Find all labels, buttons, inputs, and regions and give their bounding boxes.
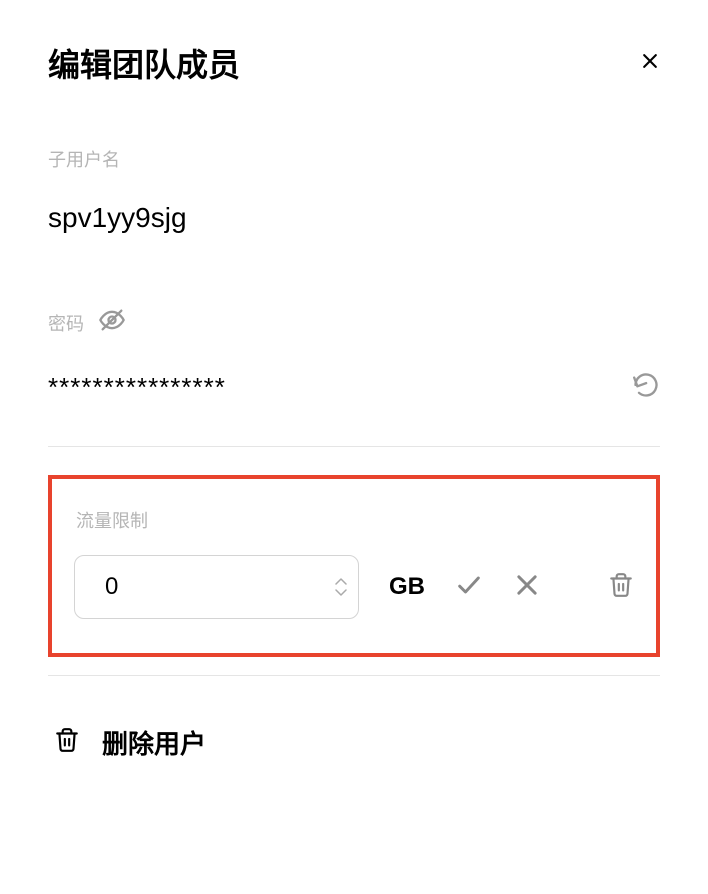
close-button[interactable] xyxy=(640,51,660,76)
chevron-down-icon xyxy=(335,588,347,596)
eye-off-icon[interactable] xyxy=(98,306,126,339)
dialog-title: 编辑团队成员 xyxy=(48,40,240,86)
trash-icon xyxy=(54,727,80,758)
traffic-limit-input[interactable] xyxy=(74,555,359,619)
delete-user-label: 删除用户 xyxy=(102,724,206,761)
cancel-button[interactable] xyxy=(513,571,541,604)
number-stepper[interactable] xyxy=(335,578,347,596)
check-icon xyxy=(455,571,483,604)
delete-limit-button[interactable] xyxy=(608,572,634,603)
x-icon xyxy=(513,571,541,604)
refresh-password-button[interactable] xyxy=(632,371,660,404)
divider xyxy=(48,675,660,676)
confirm-button[interactable] xyxy=(455,571,483,604)
close-icon xyxy=(640,51,660,76)
traffic-unit-label: GB xyxy=(389,573,425,601)
password-label: 密码 xyxy=(48,310,84,336)
delete-user-button[interactable]: 删除用户 xyxy=(48,724,660,761)
password-value: **************** xyxy=(48,372,226,403)
traffic-limit-label: 流量限制 xyxy=(74,507,634,533)
trash-icon xyxy=(608,572,634,603)
traffic-limit-section: 流量限制 GB xyxy=(48,475,660,657)
username-value: spv1yy9sjg xyxy=(48,202,660,234)
chevron-up-icon xyxy=(335,578,347,586)
username-label: 子用户名 xyxy=(48,146,660,172)
divider xyxy=(48,446,660,447)
refresh-icon xyxy=(632,371,660,404)
